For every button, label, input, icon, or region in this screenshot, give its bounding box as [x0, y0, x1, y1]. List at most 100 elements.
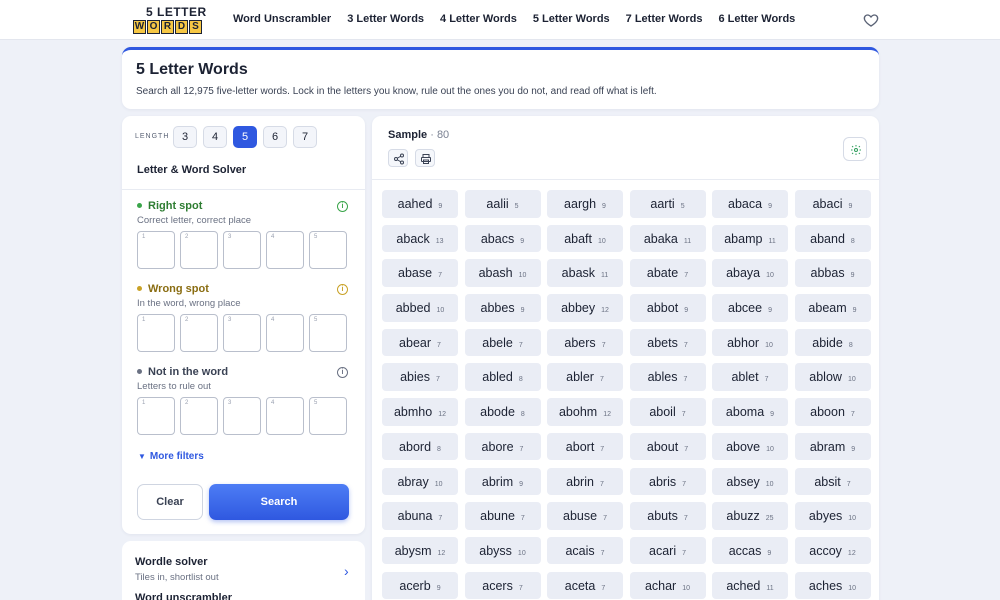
letter-input[interactable]: 5	[309, 231, 347, 269]
info-icon[interactable]: i	[337, 367, 348, 378]
word-tile[interactable]: aalii 5	[464, 190, 541, 218]
length-option[interactable]: 3	[173, 126, 197, 148]
nav-link[interactable]: 7 Letter Words	[626, 13, 703, 25]
word-tile[interactable]: abord 8	[382, 432, 458, 461]
letter-input[interactable]: 4	[266, 314, 304, 352]
word-tile[interactable]: acais 7	[547, 536, 623, 565]
length-option[interactable]: 7	[293, 126, 317, 148]
letter-input[interactable]: 2	[180, 231, 218, 269]
nav-link[interactable]: 4 Letter Words	[440, 13, 517, 25]
word-tile[interactable]: abler 7	[547, 363, 623, 391]
word-tile[interactable]: aargh 9	[547, 190, 623, 218]
word-tile[interactable]: acari 7	[629, 536, 706, 565]
word-tile[interactable]: abate 7	[629, 259, 706, 287]
word-tile[interactable]: abbas 9	[794, 259, 871, 287]
word-tile[interactable]: abele 7	[464, 328, 541, 357]
word-tile[interactable]: abash 10	[464, 259, 541, 287]
letter-input[interactable]: 1	[137, 314, 175, 352]
word-tile[interactable]: abmho 12	[382, 398, 458, 426]
word-tile[interactable]: abbot 9	[629, 294, 706, 322]
word-tile[interactable]: absey 10	[712, 467, 788, 495]
letter-input[interactable]: 4	[266, 231, 304, 269]
word-tile[interactable]: abbey 12	[547, 294, 623, 322]
word-tile[interactable]: abeam 9	[794, 294, 871, 322]
word-tile[interactable]: aceta 7	[547, 571, 623, 600]
length-option[interactable]: 5	[233, 126, 257, 148]
word-tile[interactable]: abohm 12	[547, 398, 623, 426]
word-tile[interactable]: abcee 9	[712, 294, 788, 322]
settings-button[interactable]	[843, 137, 867, 161]
word-tile[interactable]: abled 8	[464, 363, 541, 391]
word-tile[interactable]: aahed 9	[382, 190, 458, 218]
word-tile[interactable]: abray 10	[382, 467, 458, 495]
word-tile[interactable]: abore 7	[464, 432, 541, 461]
chevron-right-icon[interactable]: ›	[344, 563, 349, 579]
heart-icon[interactable]	[863, 12, 879, 28]
word-tile[interactable]: abers 7	[547, 328, 623, 357]
word-tile[interactable]: abuzz 25	[712, 502, 788, 530]
word-tile[interactable]: aband 8	[794, 224, 871, 253]
word-tile[interactable]: ablet 7	[712, 363, 788, 391]
word-tile[interactable]: ables 7	[629, 363, 706, 391]
word-tile[interactable]: abhor 10	[712, 328, 788, 357]
word-tile[interactable]: accas 9	[712, 536, 788, 565]
word-tile[interactable]: abrin 7	[547, 467, 623, 495]
word-tile[interactable]: abuna 7	[382, 502, 458, 530]
word-tile[interactable]: abide 8	[794, 328, 871, 357]
word-tile[interactable]: abamp 11	[712, 224, 788, 253]
letter-input[interactable]: 3	[223, 314, 261, 352]
word-tile[interactable]: abuse 7	[547, 502, 623, 530]
site-logo[interactable]: 5 LETTER WORDS	[133, 5, 215, 35]
info-icon[interactable]: i	[337, 284, 348, 295]
word-tile[interactable]: abets 7	[629, 328, 706, 357]
word-tile[interactable]: abune 7	[464, 502, 541, 530]
search-button[interactable]: Search	[209, 484, 349, 520]
word-tile[interactable]: acerb 9	[382, 571, 458, 600]
word-tile[interactable]: acers 7	[464, 571, 541, 600]
word-tile[interactable]: abram 9	[794, 432, 871, 461]
word-tile[interactable]: accoy 12	[794, 536, 871, 565]
word-tile[interactable]: ablow 10	[794, 363, 871, 391]
wordle-solver-link[interactable]: Wordle solver	[135, 556, 208, 568]
word-tile[interactable]: abaya 10	[712, 259, 788, 287]
letter-input[interactable]: 4	[266, 397, 304, 435]
word-tile[interactable]: abbes 9	[464, 294, 541, 322]
letter-input[interactable]: 5	[309, 397, 347, 435]
word-tile[interactable]: abysm 12	[382, 536, 458, 565]
word-tile[interactable]: abort 7	[547, 432, 623, 461]
word-tile[interactable]: abyss 10	[464, 536, 541, 565]
word-tile[interactable]: aches 10	[794, 571, 871, 600]
letter-input[interactable]: 3	[223, 397, 261, 435]
length-option[interactable]: 4	[203, 126, 227, 148]
more-filters-toggle[interactable]: ▼ More filters	[138, 451, 204, 462]
word-tile[interactable]: abies 7	[382, 363, 458, 391]
word-tile[interactable]: above 10	[712, 432, 788, 461]
nav-link[interactable]: 5 Letter Words	[533, 13, 610, 25]
word-tile[interactable]: abaca 9	[712, 190, 788, 218]
word-tile[interactable]: abris 7	[629, 467, 706, 495]
letter-input[interactable]: 1	[137, 397, 175, 435]
word-tile[interactable]: aback 13	[382, 224, 458, 253]
word-tile[interactable]: aboil 7	[629, 398, 706, 426]
share-button[interactable]	[388, 149, 408, 167]
word-tile[interactable]: abode 8	[464, 398, 541, 426]
word-tile[interactable]: absit 7	[794, 467, 871, 495]
word-tile[interactable]: abaci 9	[794, 190, 871, 218]
length-option[interactable]: 6	[263, 126, 287, 148]
word-tile[interactable]: abyes 10	[794, 502, 871, 530]
word-tile[interactable]: achar 10	[629, 571, 706, 600]
nav-link[interactable]: Word Unscrambler	[233, 13, 331, 25]
word-unscrambler-link[interactable]: Word unscrambler	[135, 592, 232, 600]
nav-link[interactable]: 6 Letter Words	[718, 13, 795, 25]
letter-input[interactable]: 1	[137, 231, 175, 269]
word-tile[interactable]: aboma 9	[712, 398, 788, 426]
print-button[interactable]	[415, 149, 435, 167]
nav-link[interactable]: 3 Letter Words	[347, 13, 424, 25]
word-tile[interactable]: ached 11	[712, 571, 788, 600]
word-tile[interactable]: about 7	[629, 432, 706, 461]
word-tile[interactable]: aboon 7	[794, 398, 871, 426]
letter-input[interactable]: 2	[180, 314, 218, 352]
word-tile[interactable]: abrim 9	[464, 467, 541, 495]
word-tile[interactable]: abbed 10	[382, 294, 458, 322]
word-tile[interactable]: abaft 10	[547, 224, 623, 253]
